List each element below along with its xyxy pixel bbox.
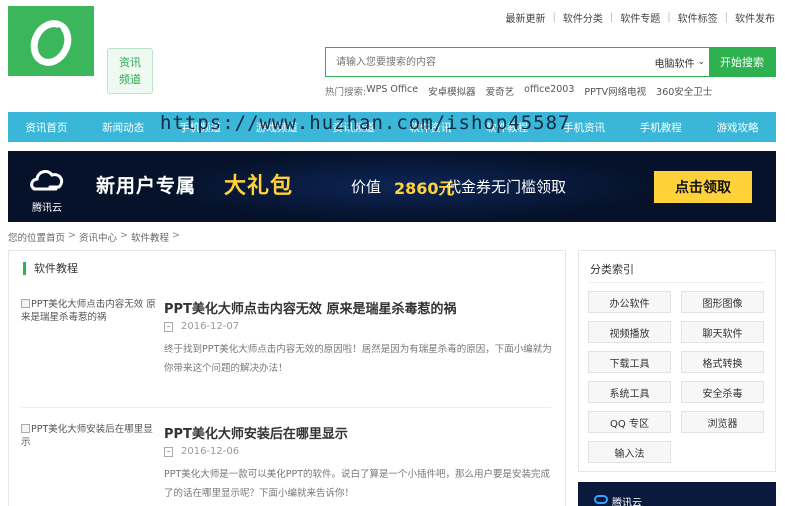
cloud-logo-icon — [594, 495, 608, 504]
search-bar: 电脑软件 ⌄ 开始搜索 — [325, 47, 776, 77]
category-index-divider — [589, 282, 765, 283]
hot-search-item[interactable]: 安卓模拟器 — [428, 84, 476, 98]
article-date-text: 2016-12-06 — [181, 446, 240, 457]
article-thumbnail-alt: PPT美化大师安装后在哪里显示 — [21, 424, 153, 448]
section-header: 软件教程 — [23, 260, 78, 276]
link-software-categories[interactable]: 软件分类 — [563, 10, 603, 25]
nav-item-game-channel[interactable]: 游戏频道 — [256, 120, 298, 135]
leaf-logo-icon — [30, 20, 72, 66]
category-download-tools[interactable]: 下载工具 — [588, 351, 671, 373]
sidebar-ad[interactable]: 腾讯云 — [578, 482, 776, 506]
site-logo[interactable] — [8, 6, 94, 76]
nav-item-software-tutorials[interactable]: 软件教程 — [486, 120, 528, 135]
broken-image-icon — [21, 299, 30, 308]
category-browser[interactable]: 浏览器 — [681, 411, 764, 433]
channel-label-line1: 资讯 — [119, 56, 141, 69]
breadcrumb-separator: > — [172, 230, 180, 241]
section-title: 软件教程 — [34, 262, 78, 275]
article-list-panel: 软件教程 PPT美化大师点击内容无效 原来是瑞星杀毒惹的祸 PPT美化大师点击内… — [8, 250, 566, 506]
nav-item-news-home[interactable]: 资讯首页 — [25, 120, 67, 135]
channel-badge: 资讯 频道 — [107, 48, 153, 94]
banner-brand: 腾讯云 — [32, 203, 62, 214]
search-input[interactable] — [326, 48, 643, 76]
hot-searches: 热门搜索: WPS Office 安卓模拟器 爱奇艺 office2003 PP… — [325, 84, 722, 98]
article-summary: 终于找到PPT美化大师点击内容无效的原因啦！居然是因为有瑞星杀毒的原因，下面小编… — [164, 344, 552, 374]
link-separator: | — [667, 12, 671, 23]
hot-search-item[interactable]: WPS Office — [366, 84, 418, 98]
article-date: 2016-12-06 — [164, 446, 239, 457]
category-format-conversion[interactable]: 格式转换 — [681, 351, 764, 373]
article-date-text: 2016-12-07 — [181, 321, 240, 332]
sidebar-ad-text: 腾讯云 — [612, 498, 642, 506]
cloud-logo-icon — [30, 170, 64, 191]
banner-claim-button[interactable]: 点击领取 — [654, 171, 752, 203]
article-summary: PPT美化大师是一款可以美化PPT的软件。说白了算是一个小插件吧，那么用户要是安… — [164, 469, 551, 499]
article-title[interactable]: PPT美化大师安装后在哪里显示 — [164, 423, 348, 442]
section-accent-bar — [23, 261, 26, 275]
promo-banner[interactable]: 腾讯云 新用户专属 大礼包 价值 2860元 代金券无门槛领取 点击领取 — [8, 151, 776, 222]
search-button[interactable]: 开始搜索 — [709, 48, 775, 76]
banner-highlight: 大礼包 — [224, 174, 294, 199]
category-input-method[interactable]: 输入法 — [588, 441, 671, 463]
nav-item-mobile-news[interactable]: 手机资讯 — [563, 120, 605, 135]
article-date: 2016-12-07 — [164, 321, 239, 332]
breadcrumb-software-tutorials[interactable]: 软件教程 — [131, 230, 169, 244]
nav-item-mobile-tutorials[interactable]: 手机教程 — [640, 120, 682, 135]
search-category-select[interactable]: 电脑软件 ⌄ — [643, 48, 709, 76]
article-thumbnail-alt: PPT美化大师点击内容无效 原来是瑞星杀毒惹的祸 — [21, 299, 156, 323]
banner-value-label: 价值 — [351, 178, 382, 196]
link-separator: | — [552, 12, 556, 23]
hot-searches-label: 热门搜索: — [325, 87, 367, 98]
category-antivirus[interactable]: 安全杀毒 — [681, 381, 764, 403]
category-office[interactable]: 办公软件 — [588, 291, 671, 313]
article-title[interactable]: PPT美化大师点击内容无效 原来是瑞星杀毒惹的祸 — [164, 298, 456, 317]
breadcrumb: 您的位置 首页 > 资讯中心 > 软件教程 > — [8, 230, 183, 244]
link-software-topics[interactable]: 软件专题 — [620, 10, 660, 25]
breadcrumb-home[interactable]: 首页 — [46, 230, 65, 244]
link-software-tags[interactable]: 软件标签 — [678, 10, 718, 25]
hot-search-item[interactable]: 爱奇艺 — [486, 84, 515, 98]
hot-search-item[interactable]: PPTV网络电视 — [584, 84, 646, 98]
calendar-icon — [164, 321, 173, 332]
nav-item-news[interactable]: 新闻动态 — [102, 120, 144, 135]
top-links: 最新更新 | 软件分类 | 软件专题 | 软件标签 | 软件发布 — [506, 10, 776, 25]
article-thumbnail[interactable]: PPT美化大师安装后在哪里显示 — [21, 423, 156, 449]
broken-image-icon — [21, 424, 30, 433]
link-separator: | — [724, 12, 728, 23]
hot-search-item[interactable]: 360安全卫士 — [656, 84, 712, 98]
breadcrumb-news-center[interactable]: 资讯中心 — [79, 230, 117, 244]
category-chat[interactable]: 聊天软件 — [681, 321, 764, 343]
main-nav: 资讯首页 新闻动态 手机频道 游戏频道 资讯频道 软件资讯 软件教程 手机资讯 … — [8, 112, 776, 142]
link-software-publish[interactable]: 软件发布 — [735, 10, 775, 25]
calendar-icon — [164, 446, 173, 457]
category-index-panel: 分类索引 办公软件 图形图像 视频播放 聊天软件 下载工具 格式转换 系统工具 … — [578, 250, 776, 472]
banner-headline: 新用户专属 — [96, 175, 197, 197]
search-category-value: 电脑软件 — [654, 58, 695, 70]
chevron-down-icon: ⌄ — [697, 57, 705, 67]
breadcrumb-separator: > — [120, 230, 128, 241]
nav-item-info-channel[interactable]: 资讯频道 — [333, 120, 375, 135]
nav-item-software-news[interactable]: 软件资讯 — [409, 120, 451, 135]
article-divider — [21, 407, 551, 408]
article-thumbnail[interactable]: PPT美化大师点击内容无效 原来是瑞星杀毒惹的祸 — [21, 298, 156, 324]
category-qq[interactable]: QQ 专区 — [588, 411, 671, 433]
category-graphics[interactable]: 图形图像 — [681, 291, 764, 313]
breadcrumb-separator: > — [68, 230, 76, 241]
link-separator: | — [609, 12, 614, 23]
channel-label-line2: 频道 — [119, 73, 141, 86]
banner-offer-text: 代金券无门槛领取 — [446, 178, 567, 196]
hot-search-item[interactable]: office2003 — [524, 84, 574, 98]
category-video-player[interactable]: 视频播放 — [588, 321, 671, 343]
link-latest-updates[interactable]: 最新更新 — [506, 10, 546, 25]
category-grid: 办公软件 图形图像 视频播放 聊天软件 下载工具 格式转换 系统工具 安全杀毒 … — [588, 291, 766, 463]
category-system-tools[interactable]: 系统工具 — [588, 381, 671, 403]
category-index-title: 分类索引 — [590, 263, 634, 276]
breadcrumb-prefix: 您的位置 — [8, 233, 47, 244]
nav-item-game-guides[interactable]: 游戏攻略 — [717, 120, 759, 135]
nav-item-mobile-channel[interactable]: 手机频道 — [179, 120, 221, 135]
